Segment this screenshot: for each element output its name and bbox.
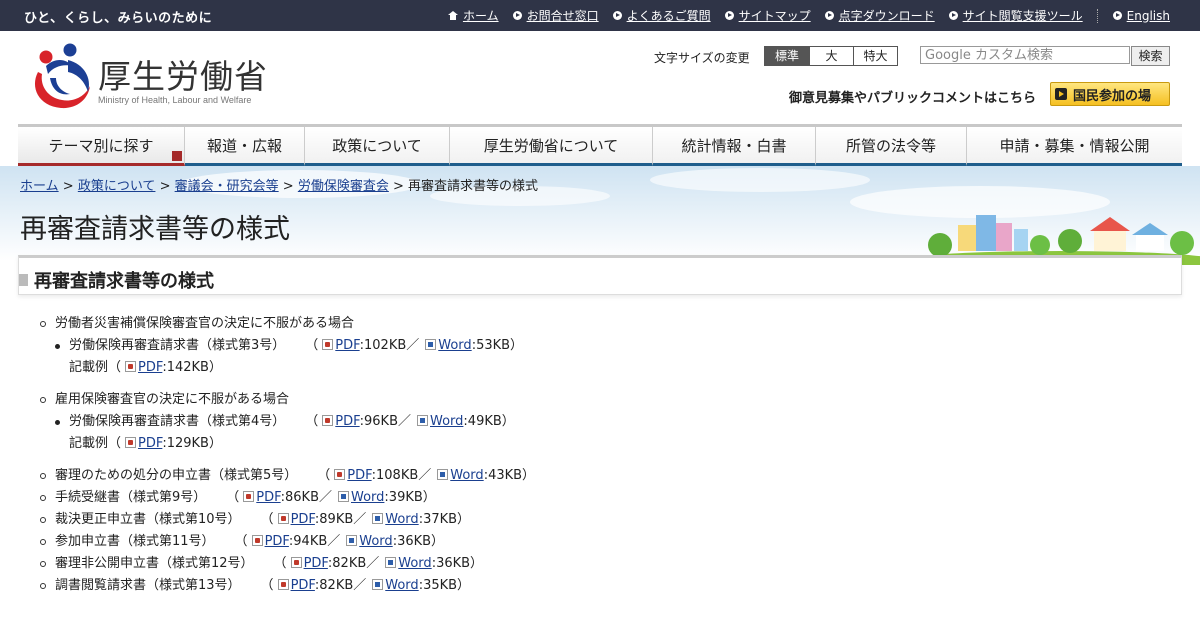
ministry-name-en: Ministry of Health, Labour and Welfare xyxy=(98,95,252,105)
home-icon xyxy=(447,11,458,20)
nav-item-laws[interactable]: 所管の法令等 xyxy=(816,127,967,166)
list-item: 審理のための処分の申立書（様式第5号）（PDF:108KB／ Word:43KB） xyxy=(40,465,535,487)
word-icon xyxy=(417,415,428,426)
word-link[interactable]: Word xyxy=(359,534,392,549)
arrow-circle-icon xyxy=(724,11,734,20)
ministry-name[interactable]: 厚生労働省 xyxy=(98,50,268,98)
list-item: 調書閲覧請求書（様式第13号）（PDF:82KB／ Word:35KB） xyxy=(40,575,535,597)
pdf-icon xyxy=(243,491,255,502)
list-item: 手続受継書（様式第9号）（PDF:86KB／ Word:39KB） xyxy=(40,487,535,509)
word-link[interactable]: Word xyxy=(450,468,483,483)
arrow-circle-icon xyxy=(512,11,522,20)
word-icon xyxy=(425,339,437,350)
arrow-circle-icon xyxy=(824,11,834,20)
nav-item-applications[interactable]: 申請・募集・情報公開 xyxy=(967,127,1182,166)
list-item: 労働者災害補償保険審査官の決定に不服がある場合 xyxy=(40,313,535,335)
nav-item-press[interactable]: 報道・広報 xyxy=(185,127,305,166)
tagline: ひと、くらし、みらいのために xyxy=(24,11,213,26)
breadcrumb-current: 再審査請求書等の様式 xyxy=(408,179,539,194)
pdf-icon xyxy=(125,437,137,448)
list-item: 労働保険再審査請求書（様式第4号）（PDF:96KB／ Word:49KB） xyxy=(40,411,535,433)
font-size-large-button[interactable]: 大 xyxy=(809,47,853,65)
utility-links: ホーム お問合せ窓口 よくあるご質問 サイトマップ 点字ダウンロード サイト閲覧… xyxy=(447,0,1170,31)
arrow-icon xyxy=(1055,88,1067,100)
word-link[interactable]: Word xyxy=(438,338,471,353)
public-comment-text: 御意見募集やパブリックコメントはこちら xyxy=(789,91,1037,106)
arrow-circle-icon xyxy=(1112,11,1122,20)
breadcrumb-councils[interactable]: 審議会・研究会等 xyxy=(175,179,279,194)
arrow-circle-icon xyxy=(948,11,958,20)
word-icon xyxy=(385,557,397,568)
nav-item-about[interactable]: 厚生労働省について xyxy=(450,127,653,166)
pdf-icon xyxy=(322,415,334,426)
list-item: 記載例（ PDF:142KB） xyxy=(69,360,222,375)
pdf-icon xyxy=(251,535,263,546)
pdf-link[interactable]: PDF xyxy=(304,556,328,571)
pdf-link[interactable]: PDF xyxy=(138,360,162,375)
arrow-circle-icon xyxy=(612,11,622,20)
word-link[interactable]: Word xyxy=(430,414,463,429)
word-icon xyxy=(346,535,358,546)
nav-item-statistics[interactable]: 統計情報・白書 xyxy=(653,127,816,166)
utility-bar: ひと、くらし、みらいのために ホーム お問合せ窓口 よくあるご質問 サイトマップ… xyxy=(0,0,1200,31)
pdf-icon xyxy=(334,469,346,480)
utility-link-sitemap[interactable]: サイトマップ xyxy=(724,7,811,24)
pdf-icon xyxy=(290,557,302,568)
font-size-label: 文字サイズの変更 xyxy=(654,51,750,65)
word-icon xyxy=(372,513,384,524)
pdf-icon xyxy=(277,579,289,590)
section-title: 再審査請求書等の様式 xyxy=(34,271,214,292)
utility-link-faq[interactable]: よくあるご質問 xyxy=(612,7,711,24)
nav-item-theme[interactable]: テーマ別に探す xyxy=(18,127,185,166)
pdf-link[interactable]: PDF xyxy=(347,468,371,483)
word-icon xyxy=(372,579,384,590)
pdf-link[interactable]: PDF xyxy=(291,512,315,527)
search-button[interactable]: 検索 xyxy=(1131,46,1170,66)
utility-link-contact[interactable]: お問合せ窓口 xyxy=(512,7,599,24)
list-item: 裁決更正申立書（様式第10号）（PDF:89KB／ Word:37KB） xyxy=(40,509,535,531)
pdf-link[interactable]: PDF xyxy=(256,490,280,505)
ministry-logo-icon[interactable] xyxy=(28,42,94,110)
word-icon xyxy=(338,491,349,502)
breadcrumb-review-board[interactable]: 労働保険審査会 xyxy=(298,179,389,194)
section-marker xyxy=(19,274,28,286)
word-link[interactable]: Word xyxy=(351,490,384,505)
page-title: 再審査請求書等の様式 xyxy=(20,214,290,245)
font-size-xlarge-button[interactable]: 特大 xyxy=(853,47,897,65)
breadcrumb-home[interactable]: ホーム xyxy=(20,179,59,194)
utility-link-english[interactable]: English xyxy=(1112,9,1170,23)
participation-button-label: 国民参加の場 xyxy=(1073,88,1152,104)
participation-button[interactable]: 国民参加の場 xyxy=(1050,82,1170,106)
divider xyxy=(1096,8,1099,23)
pdf-link[interactable]: PDF xyxy=(335,338,359,353)
utility-link-home[interactable]: ホーム xyxy=(447,7,499,24)
utility-link-braille[interactable]: 点字ダウンロード xyxy=(824,7,935,24)
pdf-icon xyxy=(125,361,137,372)
pdf-link[interactable]: PDF xyxy=(265,534,289,549)
word-icon xyxy=(437,469,449,480)
pdf-link[interactable]: PDF xyxy=(138,436,162,451)
section-header: 再審査請求書等の様式 xyxy=(18,255,1182,295)
pdf-icon xyxy=(322,339,334,350)
nav-item-policy[interactable]: 政策について xyxy=(305,127,450,166)
list-item: 参加申立書（様式第11号）（PDF:94KB／ Word:36KB） xyxy=(40,531,535,553)
search-input[interactable]: Google カスタム検索 xyxy=(920,46,1130,64)
breadcrumb-policy[interactable]: 政策について xyxy=(78,179,156,194)
word-link[interactable]: Word xyxy=(385,578,418,593)
font-size-switcher: 標準 大 特大 xyxy=(764,46,898,66)
breadcrumb: ホーム > 政策について > 審議会・研究会等 > 労働保険審査会 > 再審査請… xyxy=(20,179,539,194)
pdf-icon xyxy=(277,513,289,524)
pdf-link[interactable]: PDF xyxy=(291,578,315,593)
list-item: 審理非公開申立書（様式第12号）（PDF:82KB／ Word:36KB） xyxy=(40,553,535,575)
word-link[interactable]: Word xyxy=(398,556,431,571)
pdf-link[interactable]: PDF xyxy=(335,414,359,429)
form-list: 労働者災害補償保険審査官の決定に不服がある場合 労働保険再審査請求書（様式第3号… xyxy=(40,313,535,597)
list-item: 雇用保険審査官の決定に不服がある場合 xyxy=(40,389,535,411)
font-size-standard-button[interactable]: 標準 xyxy=(765,47,809,65)
word-link[interactable]: Word xyxy=(385,512,418,527)
utility-link-accessibility-tool[interactable]: サイト閲覧支援ツール xyxy=(948,7,1083,24)
list-item: 記載例（ PDF:129KB） xyxy=(69,436,222,451)
global-nav: テーマ別に探す 報道・広報 政策について 厚生労働省について 統計情報・白書 所… xyxy=(18,124,1182,169)
list-item: 労働保険再審査請求書（様式第3号）（PDF:102KB／ Word:53KB） xyxy=(40,335,535,357)
